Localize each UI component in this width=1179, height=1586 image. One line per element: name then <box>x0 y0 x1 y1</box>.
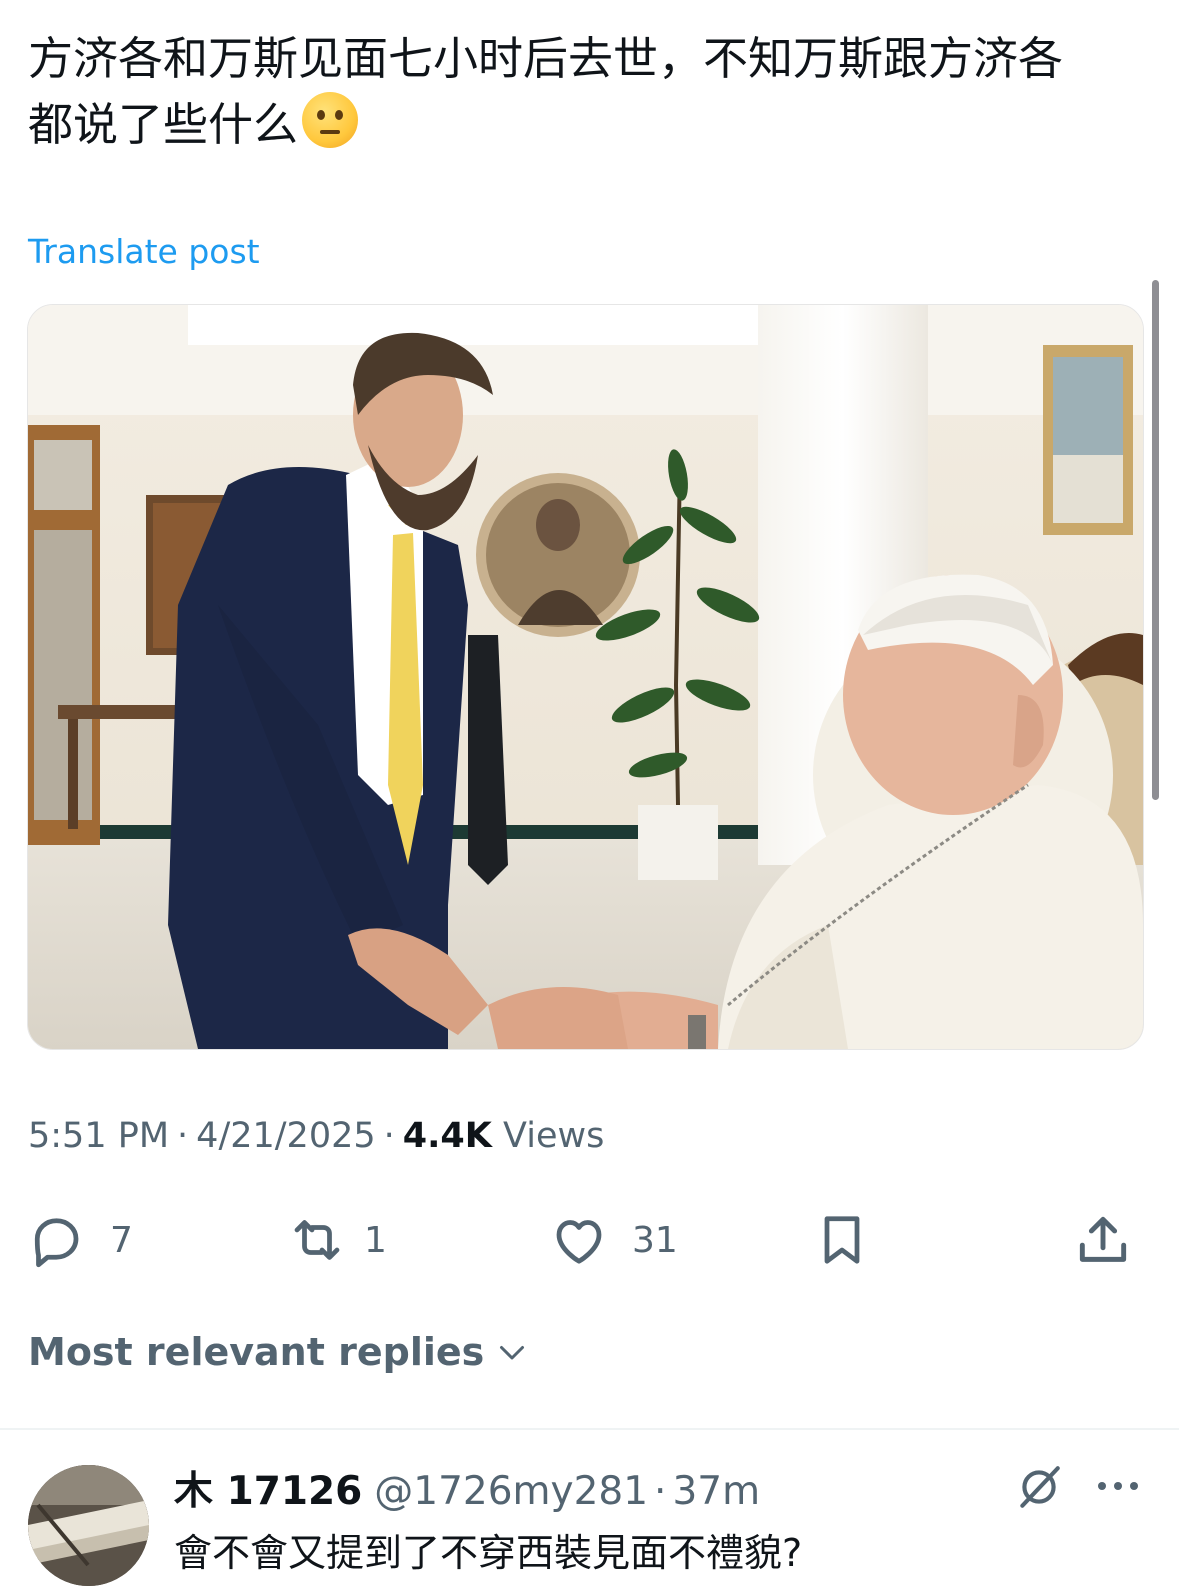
post-text-line1: 方济各和万斯见面七小时后去世，不知万斯跟方济各 <box>28 32 1064 85</box>
like-button[interactable]: 31 <box>548 1200 678 1280</box>
views-label[interactable]: Views <box>503 1116 604 1156</box>
post-text: 方济各和万斯见面七小时后去世，不知万斯跟方济各 都说了些什么 <box>28 26 1138 158</box>
post-time[interactable]: 5:51 PM <box>28 1116 169 1156</box>
reply-separator: · <box>654 1469 667 1514</box>
like-count: 31 <box>632 1219 678 1261</box>
post-date[interactable]: 4/21/2025 <box>196 1116 375 1156</box>
post-photo[interactable] <box>27 304 1144 1050</box>
divider <box>0 1428 1179 1430</box>
replies-sort-label: Most relevant replies <box>28 1330 485 1374</box>
reply-item[interactable]: 木 17126 @1726my281 · 37m 會不會又提到了不穿西裝見面不禮貌? <box>0 1440 1179 1586</box>
scrollbar[interactable] <box>1152 280 1159 800</box>
bookmark-button[interactable] <box>812 1200 872 1280</box>
meta-separator: · <box>383 1116 395 1156</box>
replies-sort-dropdown[interactable]: Most relevant replies <box>28 1330 530 1374</box>
thinking-face-emoji-icon <box>302 92 359 148</box>
translate-post-link[interactable]: Translate post <box>28 232 260 271</box>
reply-author-handle[interactable]: @1726my281 <box>374 1469 648 1514</box>
reply-time[interactable]: 37m <box>672 1469 760 1514</box>
share-button[interactable] <box>1072 1200 1134 1280</box>
bookmark-icon <box>824 1216 860 1264</box>
post-text-line2: 都说了些什么 <box>28 98 299 151</box>
reply-header: 木 17126 @1726my281 · 37m <box>174 1460 760 1516</box>
views-count[interactable]: 4.4K <box>403 1116 492 1156</box>
post-actions-bar: 7 1 31 <box>0 1200 1179 1280</box>
more-options-icon[interactable] <box>1094 1478 1142 1494</box>
reply-bubble-icon <box>34 1218 79 1268</box>
reply-text: 會不會又提到了不穿西裝見面不禮貌? <box>174 1531 803 1575</box>
reply-count: 7 <box>110 1219 133 1261</box>
chevron-down-icon <box>500 1346 525 1360</box>
post-meta: 5:51 PM · 4/21/2025 · 4.4K Views <box>28 1116 604 1156</box>
share-icon <box>1079 1216 1127 1262</box>
grok-icon[interactable] <box>1014 1462 1064 1512</box>
reply-author-name[interactable]: 木 17126 <box>174 1469 362 1514</box>
heart-icon <box>556 1220 602 1264</box>
repost-icon <box>294 1220 340 1260</box>
repost-count: 1 <box>364 1219 387 1261</box>
meta-separator: · <box>177 1116 189 1156</box>
reply-button[interactable]: 7 <box>26 1200 133 1280</box>
repost-button[interactable]: 1 <box>284 1200 387 1280</box>
avatar[interactable] <box>28 1465 149 1586</box>
